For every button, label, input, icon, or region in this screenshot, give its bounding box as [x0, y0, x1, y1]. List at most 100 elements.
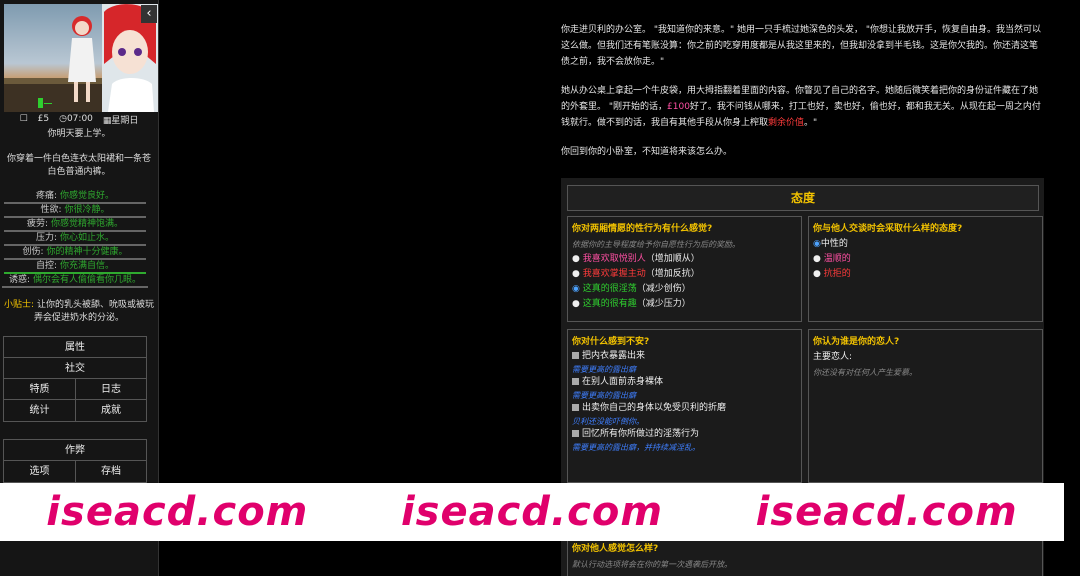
radio-icon[interactable]: ●	[813, 254, 821, 264]
portrait-figure	[4, 4, 158, 112]
stat-pain: 疼痛: 你感觉良好。	[4, 190, 146, 204]
stat-control: 自控: 你充满自信。	[4, 260, 146, 274]
stat-fatigue: 疲劳: 你感觉精神饱满。	[4, 218, 146, 232]
checkbox-icon[interactable]	[572, 404, 579, 411]
feelings-note: 默认行动选项将会在你的第一次遇袭后开放。	[572, 560, 732, 569]
item-requirement: 需要更高的露出癖，并持续减淫乱。	[572, 443, 700, 452]
status-strip: ☐ £5 ◷07:00 ▦星期日	[0, 112, 158, 126]
insecurity-item[interactable]: 出卖你自己的身体以免受贝利的折磨	[572, 402, 797, 415]
option-effect: （增加顺从）	[645, 254, 700, 264]
calendar-icon: ☐	[19, 114, 28, 124]
clothing-note: 你穿着一件白色连衣太阳裙和一条苍白色普通内裤。	[6, 154, 151, 177]
watermark-text: iseacd.com	[46, 489, 309, 535]
stat-value: 你的精神十分健康。	[46, 247, 128, 257]
item-requirement: 需要更高的露出癖	[572, 391, 636, 400]
lover-note: 你还没有对任何人产生爱慕。	[813, 368, 917, 377]
stat-label: 压力:	[36, 233, 58, 243]
watermark-text: iseacd.com	[755, 489, 1018, 535]
option-fun[interactable]: ● 这真的很有趣（减少压力）	[572, 297, 797, 312]
option-defiant[interactable]: ● 抗拒的	[813, 267, 1038, 282]
stat-value: 偶尔会有人偷偷看你几眼。	[32, 275, 141, 285]
option-meek[interactable]: ● 温顺的	[813, 252, 1038, 267]
character-portrait	[4, 4, 158, 112]
question-title: 你对他人感觉怎么样?	[572, 544, 659, 554]
checkbox-icon[interactable]	[572, 430, 579, 437]
insecurity-item[interactable]: 在别人面前赤身裸体	[572, 376, 797, 389]
traits-button[interactable]: 特质	[4, 379, 75, 400]
journal-button[interactable]: 日志	[75, 379, 146, 400]
feelings-box: 你对他人感觉怎么样? 默认行动选项将会在你的第一次遇袭后开放。	[567, 536, 1043, 576]
achievements-button[interactable]: 成就	[75, 400, 146, 421]
menu-row: 选项 存档	[4, 461, 146, 482]
question-title: 你与他人交谈时会采取什么样的态度?	[813, 224, 963, 234]
saves-button[interactable]: 存档	[75, 461, 146, 482]
stat-value: 你充满自信。	[59, 261, 114, 271]
stat-value: 你心如止水。	[59, 233, 114, 243]
item-label: 把内衣暴露出来	[582, 351, 646, 361]
stat-value: 你感觉精神饱满。	[50, 219, 123, 229]
option-label: 中性的	[820, 239, 848, 249]
question-title: 你认为谁是你的恋人?	[813, 337, 900, 347]
tip-text: 让你的乳头被舔、吮吸或被玩弄会促进奶水的分泌。	[33, 300, 154, 323]
question-title: 你对两厢情愿的性行为有什么感觉?	[572, 224, 713, 234]
story-paragraph-1: 你走进贝利的办公室。 "我知道你的来意。" 她用一只手梳过她深色的头发， "你想…	[561, 25, 1042, 67]
options-button[interactable]: 选项	[4, 461, 75, 482]
radio-icon[interactable]: ●	[813, 269, 821, 279]
question-title: 你对什么感到不安?	[572, 337, 650, 347]
option-label: 温顺的	[823, 254, 851, 264]
radio-selected-icon[interactable]: ◉	[572, 284, 580, 294]
statistics-button[interactable]: 统计	[4, 400, 75, 421]
attitude-title: 态度	[567, 185, 1039, 211]
story-text: 你走进贝利的办公室。 "我知道你的来意。" 她用一只手梳过她深色的头发， "你想…	[561, 22, 1044, 160]
radio-icon[interactable]: ●	[572, 254, 580, 264]
option-label: 这真的很淫荡	[582, 284, 637, 294]
story-paragraph-3: 你回到你的小卧室，不知道将来该怎么办。	[561, 147, 733, 157]
day-value: 星期日	[111, 115, 139, 126]
insecurity-item[interactable]: 回忆所有你所做过的淫荡行为	[572, 428, 797, 441]
main-menu: 属性 社交 特质 日志 统计 成就	[3, 336, 147, 422]
stat-label: 自控:	[36, 261, 58, 271]
option-neutral[interactable]: ◉中性的	[813, 237, 1038, 252]
item-label: 回忆所有你所做过的淫荡行为	[582, 429, 700, 439]
option-lewd[interactable]: ◉ 这真的很淫荡（减少创伤）	[572, 282, 797, 297]
collapse-sidebar-button[interactable]: ‹	[141, 5, 157, 23]
radio-icon[interactable]: ●	[572, 269, 580, 279]
school-note: 你明天要上学。	[47, 129, 111, 139]
lover-box: 你认为谁是你的恋人? 主要恋人: 你还没有对任何人产生爱慕。	[808, 329, 1043, 483]
option-label: 抗拒的	[823, 269, 851, 279]
cheats-button[interactable]: 作弊	[4, 440, 146, 461]
option-take-control[interactable]: ● 我喜欢掌握主动（增加反抗）	[572, 267, 797, 282]
debt-amount: £100	[667, 102, 690, 112]
option-label: 我喜欢掌握主动	[582, 269, 646, 279]
remaining-value-text: 剩余价值	[768, 118, 805, 128]
menu-row: 统计 成就	[4, 400, 146, 421]
option-label: 我喜欢取悦别人	[582, 254, 646, 264]
system-menu: 作弊 选项 存档	[3, 439, 147, 483]
stat-allure: 诱惑: 偶尔会有人偷偷看你几眼。	[2, 274, 148, 288]
stat-label: 性欲:	[40, 205, 62, 215]
option-effect: （减少创伤）	[636, 284, 691, 294]
radio-selected-icon[interactable]: ◉	[813, 239, 821, 249]
radio-icon[interactable]: ●	[572, 299, 580, 309]
checkbox-icon[interactable]	[572, 352, 579, 359]
stat-value: 你感觉良好。	[59, 191, 114, 201]
sex-attitude-box: 你对两厢情愿的性行为有什么感觉? 依据你的主导程度给予你自愿性行为后的奖励。 ●…	[567, 216, 802, 322]
stat-stress: 压力: 你心如止水。	[4, 232, 146, 246]
option-label: 这真的很有趣	[582, 299, 637, 309]
option-please-others[interactable]: ● 我喜欢取悦别人（增加顺从）	[572, 252, 797, 267]
tip-box: 小贴士: 让你的乳头被舔、吮吸或被玩弄会促进奶水的分泌。	[4, 299, 154, 325]
money-display: £5	[37, 114, 50, 124]
stat-label: 诱惑:	[9, 275, 31, 285]
option-effect: （增加反抗）	[645, 269, 700, 279]
social-button[interactable]: 社交	[4, 358, 146, 379]
attributes-button[interactable]: 属性	[4, 337, 146, 358]
conversation-attitude-box: 你与他人交谈时会采取什么样的态度? ◉中性的 ● 温顺的 ● 抗拒的	[808, 216, 1043, 322]
insecurity-item[interactable]: 把内衣暴露出来	[572, 350, 797, 363]
insecurities-box: 你对什么感到不安? 把内衣暴露出来 需要更高的露出癖 在别人面前赤身裸体 需要更…	[567, 329, 802, 483]
time-display: ◷07:00	[59, 114, 93, 124]
stat-label: 创伤:	[22, 247, 44, 257]
item-requirement: 贝利还没能吓倒你。	[572, 417, 644, 426]
checkbox-icon[interactable]	[572, 378, 579, 385]
stat-trauma: 创伤: 你的精神十分健康。	[4, 246, 146, 260]
stat-label: 疼痛:	[36, 191, 58, 201]
